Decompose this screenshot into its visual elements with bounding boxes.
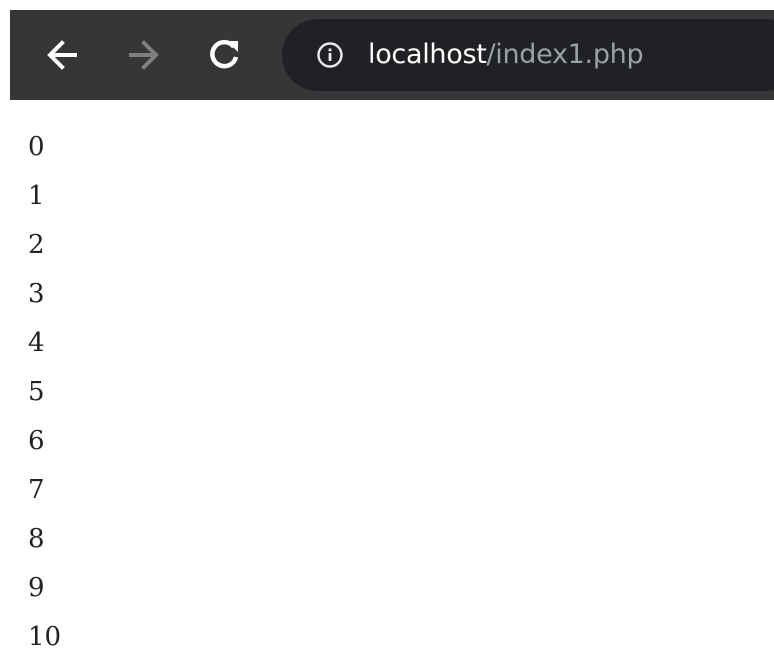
output-line: 2 xyxy=(28,230,45,260)
output-line: 9 xyxy=(28,573,45,603)
reload-icon xyxy=(210,39,239,69)
info-icon[interactable] xyxy=(316,41,344,69)
back-button[interactable] xyxy=(38,31,86,79)
forward-button[interactable] xyxy=(120,31,168,79)
output-line: 0 xyxy=(28,132,45,162)
url-path: /index1.php xyxy=(486,39,644,70)
reload-button[interactable] xyxy=(200,31,248,79)
output-line: 3 xyxy=(28,279,45,309)
url-text[interactable]: localhost/index1.php xyxy=(368,19,644,91)
output-line: 10 xyxy=(28,622,62,650)
output-line: 7 xyxy=(28,475,45,505)
output-line: 1 xyxy=(28,181,45,211)
output-line: 4 xyxy=(28,328,45,358)
url-host: localhost xyxy=(368,39,487,70)
page-content: 0 1 2 3 4 5 6 7 8 9 10 xyxy=(28,123,61,650)
output-line: 8 xyxy=(28,524,45,554)
output-line: 6 xyxy=(28,426,45,456)
window-top-strip xyxy=(0,0,774,10)
address-bar[interactable]: localhost/index1.php xyxy=(282,19,774,91)
arrow-right-icon xyxy=(129,40,159,70)
output-line: 5 xyxy=(28,377,45,407)
arrow-left-icon xyxy=(47,40,77,70)
browser-toolbar: localhost/index1.php xyxy=(10,10,774,100)
